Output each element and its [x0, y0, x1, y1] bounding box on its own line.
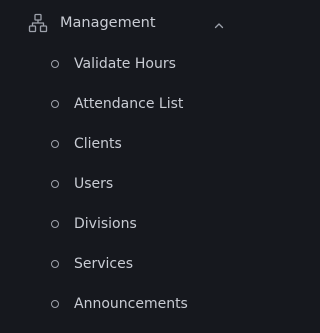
sidebar-item-label: Users — [74, 176, 114, 192]
chevron-up-icon[interactable] — [213, 17, 225, 29]
circle-bullet-icon — [51, 300, 59, 308]
sidebar-item-users[interactable]: Users — [0, 165, 257, 205]
circle-bullet-icon — [51, 220, 59, 228]
sidebar-item-attendance-list[interactable]: Attendance List — [0, 85, 257, 125]
circle-bullet-icon — [51, 260, 59, 268]
sidebar-item-label: Services — [74, 256, 134, 272]
sidebar-item-label: Validate Hours — [74, 56, 176, 72]
sidebar-item-divisions[interactable]: Divisions — [0, 205, 257, 245]
sidebar-item-label: Announcements — [74, 296, 188, 312]
sidebar-item-validate-hours[interactable]: Validate Hours — [0, 45, 257, 85]
circle-bullet-icon — [51, 180, 59, 188]
management-group-toggle[interactable]: Management — [0, 0, 257, 46]
sidebar-management-menu: Management Validate Hours Attendance Lis… — [0, 0, 257, 333]
sidebar-item-label: Divisions — [74, 216, 137, 232]
sidebar-item-announcements[interactable]: Announcements — [0, 285, 257, 325]
circle-bullet-icon — [51, 60, 59, 68]
hierarchy-icon — [28, 13, 48, 33]
sidebar-item-label: Clients — [74, 136, 122, 152]
circle-bullet-icon — [51, 100, 59, 108]
sidebar-item-label: Attendance List — [74, 96, 184, 112]
sidebar-item-services[interactable]: Services — [0, 245, 257, 285]
management-group-label: Management — [60, 15, 156, 31]
circle-bullet-icon — [51, 140, 59, 148]
sidebar-item-clients[interactable]: Clients — [0, 125, 257, 165]
